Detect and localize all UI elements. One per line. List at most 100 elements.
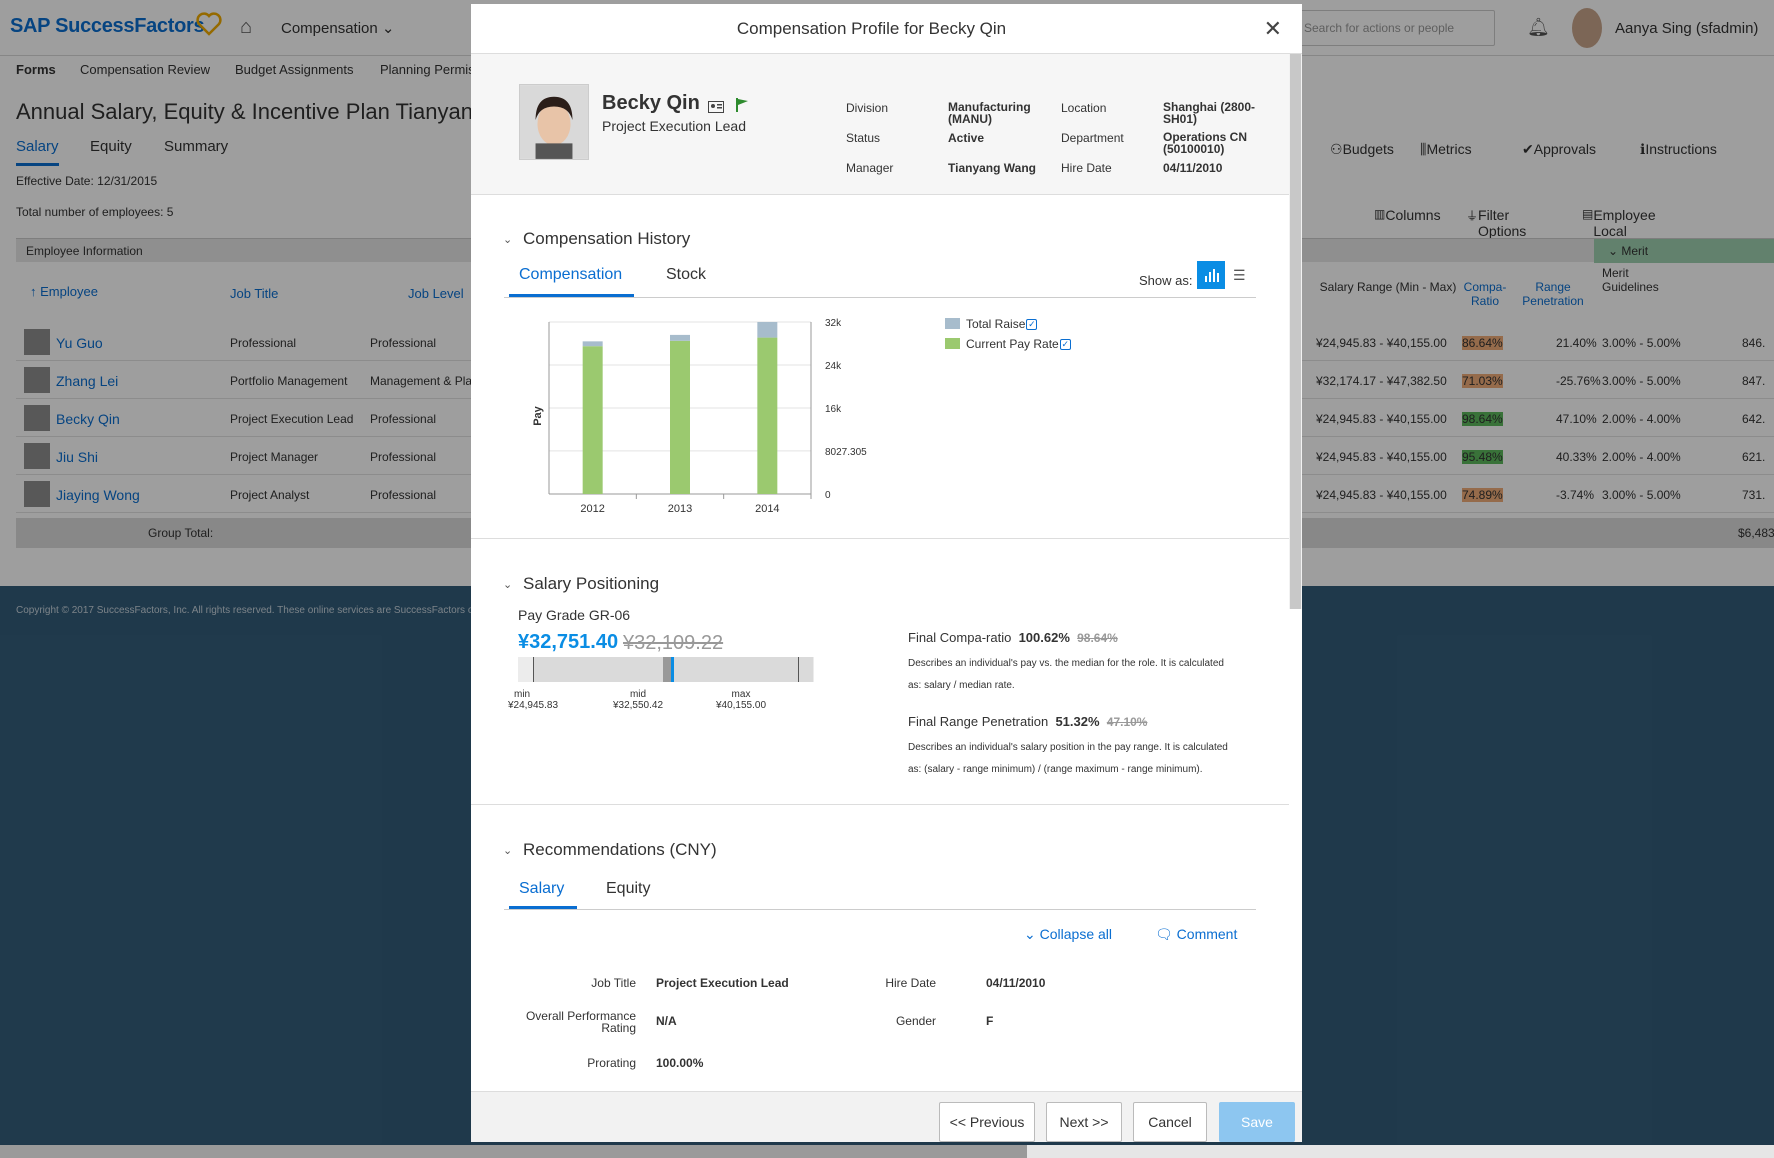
mid-value: ¥32,550.42: [612, 700, 664, 711]
hire-date-label: Hire Date: [885, 976, 936, 990]
compensation-history-heading: Compensation History: [523, 229, 691, 248]
range-min: min ¥24,945.83: [493, 689, 573, 711]
legend-total-raise[interactable]: Total Raise ✓: [945, 317, 1038, 331]
gender-label: Gender: [895, 1014, 936, 1028]
hire-date-value: 04/11/2010: [1163, 161, 1223, 175]
y-tick-label: 32k: [825, 318, 842, 329]
max-label: max: [731, 689, 751, 700]
prorating-label: Prorating: [587, 1056, 636, 1070]
legend-current-pay-rate[interactable]: Current Pay Rate ✓: [945, 337, 1071, 351]
checkbox-icon[interactable]: ✓: [1059, 339, 1071, 350]
department-label: Department: [1061, 131, 1124, 145]
range-penetration-label: Final Range Penetration: [908, 714, 1049, 729]
recommendations-heading: Recommendations (CNY): [523, 840, 717, 859]
current-salary: ¥32,751.40: [518, 631, 619, 653]
legend-swatch: [945, 318, 960, 329]
bar-current-pay-rate: [582, 346, 603, 494]
min-label: min: [514, 689, 531, 700]
y-tick-label: 24k: [825, 361, 842, 372]
range-max: max ¥40,155.00: [691, 689, 791, 711]
performance-rating-value: N/A: [656, 1014, 677, 1028]
show-as-label: Show as:: [1139, 273, 1193, 288]
bar-chart-icon: [1205, 269, 1219, 282]
profile-photo: [519, 84, 589, 160]
division-label: Division: [846, 101, 889, 115]
person-name: Becky Qin: [602, 92, 700, 114]
previous-button[interactable]: << Previous: [939, 1102, 1035, 1142]
dialog-header: Compensation Profile for Becky Qin ✕: [471, 4, 1302, 54]
collapse-all-button[interactable]: ⌄ Collapse all: [1024, 926, 1112, 943]
range-penetration-value: 51.32%: [1055, 714, 1100, 729]
y-tick-label: 8027.305: [825, 447, 867, 458]
legend-label: Current Pay Rate: [966, 337, 1059, 351]
comment-label: Comment: [1176, 926, 1238, 942]
job-title-label: Job Title: [591, 976, 636, 990]
compensation-history-chart: 0 8027.305 16k 24k 32k Pay 2012 2013 2014: [532, 318, 867, 515]
tab-divider: [504, 297, 1256, 298]
job-title-value: Project Execution Lead: [656, 976, 789, 990]
current-salary-marker: [671, 657, 674, 682]
x-tick-label: 2012: [580, 503, 604, 515]
section-divider: [471, 538, 1289, 539]
collapse-recommendations-icon[interactable]: ⌄: [503, 844, 512, 857]
collapse-compensation-history-icon[interactable]: ⌄: [503, 233, 512, 246]
contact-card-icon[interactable]: [708, 101, 724, 113]
dialog-scrollbar-thumb[interactable]: [1290, 54, 1301, 609]
final-compa-ratio: Final Compa-ratio 100.62% 98.64%: [908, 630, 1118, 645]
list-view-icon[interactable]: ☰: [1233, 267, 1246, 284]
close-icon[interactable]: ✕: [1264, 16, 1282, 42]
tab-compensation[interactable]: Compensation: [519, 266, 622, 284]
compa-ratio-value: 100.62%: [1018, 630, 1070, 645]
collapse-salary-positioning-icon[interactable]: ⌄: [503, 578, 512, 591]
x-tick-label: 2013: [668, 503, 692, 515]
flag-icon: [736, 98, 748, 112]
location-label: Location: [1061, 101, 1107, 115]
x-tick-label: 2014: [755, 503, 779, 515]
cancel-button[interactable]: Cancel: [1133, 1102, 1207, 1142]
max-tick: [798, 657, 799, 682]
next-button[interactable]: Next >>: [1046, 1102, 1122, 1142]
status-label: Status: [846, 131, 881, 145]
chart-view-button[interactable]: [1197, 261, 1225, 289]
horizontal-scrollbar-thumb[interactable]: [0, 1145, 1027, 1158]
y-tick-label: 16k: [825, 404, 842, 415]
salary-positioning-heading: Salary Positioning: [523, 574, 660, 593]
bar-current-pay-rate: [757, 337, 778, 494]
y-tick-label: 0: [825, 490, 831, 501]
prorating-value: 100.00%: [656, 1056, 704, 1070]
bar-total-raise: [670, 334, 690, 341]
checkbox-icon[interactable]: ✓: [1026, 319, 1038, 330]
compa-ratio-previous: 98.64%: [1077, 631, 1118, 645]
location-value: Shanghai (2800-SH01): [1163, 100, 1256, 126]
compa-ratio-description: Describes an individual's pay vs. the me…: [908, 658, 1224, 691]
bar-total-raise: [757, 322, 778, 338]
hire-date-value: 04/11/2010: [986, 976, 1046, 990]
manager-value: Tianyang Wang: [948, 161, 1037, 175]
performance-rating-label: Overall Performance Rating: [525, 1009, 636, 1035]
pay-grade: Pay Grade GR-06: [518, 607, 631, 623]
max-value: ¥40,155.00: [715, 700, 767, 711]
save-button[interactable]: Save: [1219, 1102, 1295, 1142]
tab-divider: [504, 909, 1256, 910]
horizontal-scrollbar-track[interactable]: [1027, 1145, 1774, 1158]
status-value: Active: [948, 131, 985, 145]
tab-stock[interactable]: Stock: [666, 266, 706, 284]
final-range-penetration: Final Range Penetration 51.32% 47.10%: [908, 714, 1147, 729]
dialog-footer: << Previous Next >> Cancel Save: [471, 1091, 1302, 1142]
legend-label: Total Raise: [966, 317, 1026, 331]
tab-salary[interactable]: Salary: [519, 880, 564, 898]
min-value: ¥24,945.83: [507, 700, 559, 711]
compa-ratio-label: Final Compa-ratio: [908, 630, 1012, 645]
bar-current-pay-rate: [670, 340, 690, 494]
previous-salary: ¥32,109.22: [623, 632, 724, 654]
department-value: Operations CN (50100010): [1163, 130, 1248, 156]
collapse-all-label: Collapse all: [1039, 926, 1112, 942]
min-tick: [533, 657, 534, 682]
division-value: Manufacturing (MANU): [948, 100, 1031, 126]
profile-header: Becky Qin Project Execution Lead Divisio…: [471, 54, 1289, 195]
range-penetration-description: Describes an individual's salary positio…: [908, 742, 1228, 775]
tab-equity[interactable]: Equity: [606, 880, 650, 898]
y-axis-label: Pay: [532, 405, 544, 425]
gender-value: F: [986, 1014, 994, 1028]
comment-button[interactable]: 🗨︎ Comment: [1155, 926, 1237, 943]
